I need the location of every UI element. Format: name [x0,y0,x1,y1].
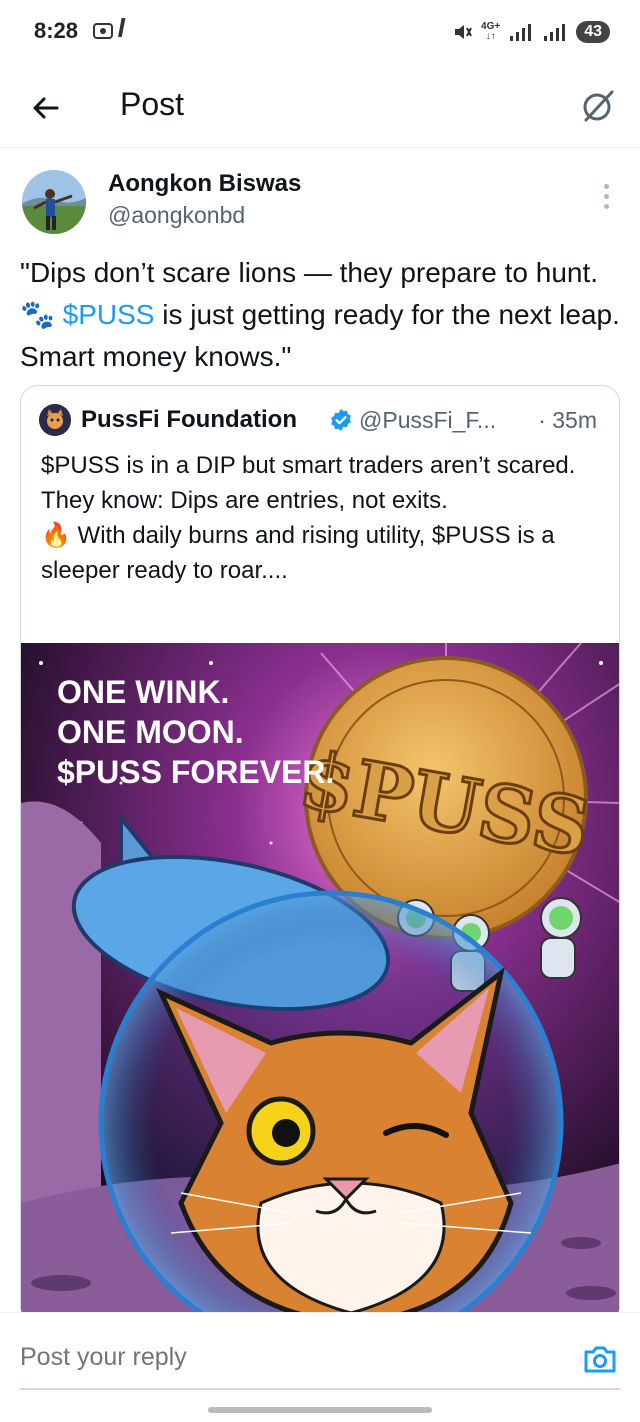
screen-record-icon [93,23,113,39]
cashtag-link[interactable]: $PUSS [63,299,155,330]
mute-vibrate-icon [455,25,472,39]
reply-underline [20,1388,620,1390]
quote-image[interactable]: $PUSS ONE WINK. ONE MOON. $PUSS FOREVER. [21,643,620,1325]
quote-timestamp: · 35m [538,407,597,433]
author-name[interactable]: Aongkon Biswas [108,170,301,198]
quote-text: $PUSS is in a DIP but smart traders aren… [41,452,576,584]
network-type: 4G+ ↓↑ [481,21,501,42]
home-indicator[interactable] [208,1407,432,1413]
back-arrow-icon [33,97,59,119]
status-indicators: 4G+ ↓↑ 43 [451,18,610,46]
more-options-button[interactable] [594,180,618,212]
status-time: 8:28 [34,18,79,43]
verified-badge-icon [331,409,351,431]
author-handle[interactable]: @aongkonbd [108,202,245,229]
image-headline-2: ONE MOON. [57,714,244,750]
app-notification-icon: ꟾ [118,20,126,42]
reply-bar [0,1312,640,1422]
status-bar: 8:28 ꟾ 4G+ ↓↑ 43 [0,0,640,66]
grok-icon [583,90,614,122]
post-text: "Dips don’t scare lions — they prepare t… [20,257,620,372]
quote-author-handle: @PussFi_F... [359,407,497,433]
grok-button[interactable] [574,82,622,130]
signal-icon-2 [544,24,566,41]
top-nav: Post [0,66,640,148]
camera-icon[interactable] [582,1341,618,1377]
avatar[interactable] [22,170,86,234]
more-vertical-icon [603,183,609,189]
battery-indicator: 43 [576,21,610,43]
image-headline-3: $PUSS FOREVER. [57,754,334,790]
quote-author-name: PussFi Foundation [81,406,297,433]
reply-input[interactable] [20,1343,520,1372]
quote-avatar [39,404,71,436]
quoted-post[interactable]: PussFi Foundation @PussFi_F... · 35m $PU… [20,385,620,1325]
back-button[interactable] [22,84,70,132]
image-headline-1: ONE WINK. [57,674,229,710]
signal-icon [510,24,532,41]
page-title: Post [120,86,185,122]
